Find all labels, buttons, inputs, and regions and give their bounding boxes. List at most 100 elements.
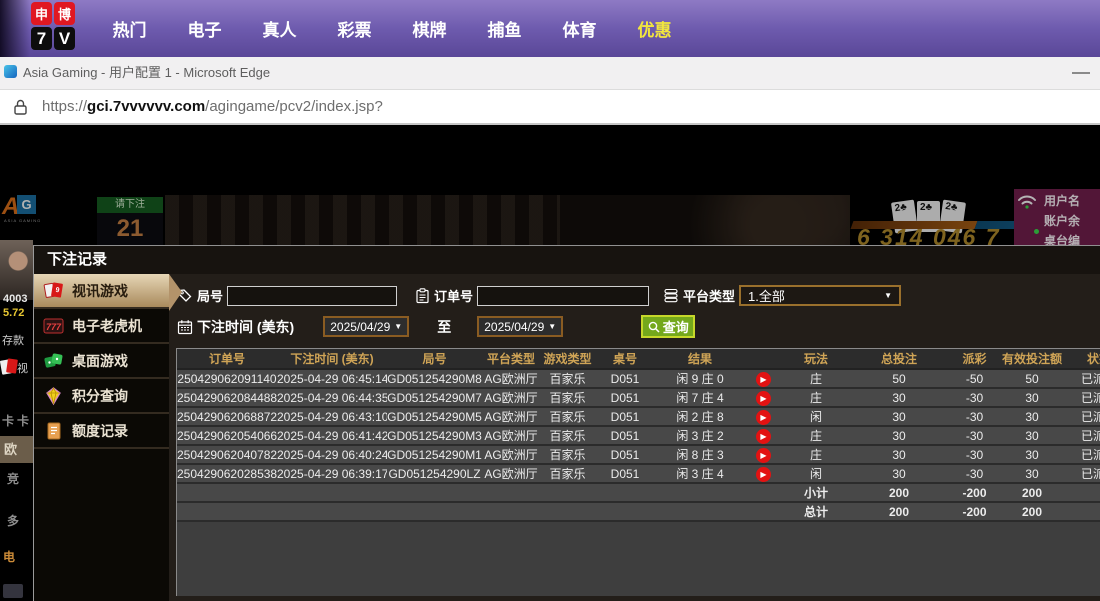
cell-bet-time: 2025-04-29 06:44:35 [277, 388, 387, 407]
cell-total-bet: 50 [851, 369, 947, 388]
subtotal-spacer [177, 483, 781, 502]
order-id-input[interactable] [477, 286, 649, 306]
logo-tile-7: 7 [31, 27, 52, 50]
bet-time-label: 下注时间 (美东) [197, 317, 294, 337]
clipboard-icon [415, 288, 430, 304]
minimize-button[interactable] [1072, 72, 1090, 74]
replay-icon[interactable]: ▶ [756, 410, 771, 425]
underlying-left-sidebar: 4003 5.72 存款 视 卡卡 欧 竞 多 电 [0, 240, 33, 601]
filter-row-2: 下注时间 (美东) 2025/04/29 ▼ 至 2025/04/29 ▼ [177, 315, 695, 338]
platform-type-select[interactable]: 1.全部 ▼ [739, 285, 901, 306]
nav-item-promo[interactable]: 优惠 [617, 0, 692, 57]
cell-platform: AG欧洲厅 [482, 407, 540, 426]
col-header-order-id: 订单号 [177, 349, 277, 369]
svg-text:777: 777 [46, 322, 62, 332]
menu-item-cut[interactable]: 卡卡 [2, 412, 32, 429]
table-row: 2504290620844882025-04-29 06:44:35GD0512… [177, 388, 1100, 407]
round-id-input[interactable] [227, 286, 397, 306]
sidebar-item-label: 电子老虎机 [72, 316, 142, 336]
platform-type-value: 1.全部 [748, 286, 785, 305]
nav-item-slots[interactable]: 电子 [167, 0, 242, 57]
date-from-picker[interactable]: 2025/04/29 ▼ [323, 316, 409, 337]
chevron-down-icon: ▼ [884, 291, 892, 300]
col-header-payout: 派彩 [947, 349, 1002, 369]
nav-menu: 热门 电子 真人 彩票 棋牌 捕鱼 体育 优惠 [92, 0, 692, 57]
sidebar-item-0[interactable]: 9视讯游戏 [34, 274, 169, 309]
site-logo[interactable]: 申 博 7 V [31, 2, 75, 50]
url-prefix: https:// [42, 98, 87, 115]
table-row: 2504290620911402025-04-29 06:45:14GD0512… [177, 369, 1100, 388]
cell-valid-bet: 30 [1002, 407, 1062, 426]
slot-machines-image [165, 195, 560, 245]
cell-total-bet: 30 [851, 464, 947, 483]
address-bar[interactable]: https://gci.7vvvvvv.com/agingame/pcv2/in… [0, 90, 1100, 125]
cell-replay[interactable]: ▶ [745, 407, 781, 426]
username-label: 用户名 [1044, 191, 1080, 211]
sidebar-item-2[interactable]: 桌面游戏 [34, 344, 169, 379]
col-header-status: 状态 [1062, 349, 1100, 369]
sidebar-item-label: 桌面游戏 [72, 351, 128, 371]
ag-logo-subtext: ASIA GAMING [4, 218, 41, 223]
col-header-result: 结果 [655, 349, 745, 369]
col-header-round-id: 局号 [387, 349, 482, 369]
cell-replay[interactable]: ▶ [745, 388, 781, 407]
deposit-link[interactable]: 存款 [2, 332, 24, 348]
cell-status: 已派彩 [1062, 388, 1100, 407]
cell-replay[interactable]: ▶ [745, 369, 781, 388]
menu-item-active-cut[interactable]: 欧 [0, 436, 33, 463]
cell-round-id: GD051254290M5 [387, 407, 482, 426]
cell-bet-time: 2025-04-29 06:40:24 [277, 445, 387, 464]
cell-payout: -30 [947, 426, 1002, 445]
video-games-label-cut: 视 [17, 363, 28, 375]
place-bets-banner: 请下注 [97, 197, 163, 213]
platform-stack-icon [663, 288, 679, 303]
sidebar-item-1[interactable]: 777 电子老虎机 [34, 309, 169, 344]
cell-round-id: GD051254290M3 [387, 426, 482, 445]
search-button-label: 查询 [663, 317, 689, 336]
sidebar-item-4[interactable]: 额度记录 [34, 414, 169, 449]
nav-item-sports[interactable]: 体育 [542, 0, 617, 57]
menu-item-cut[interactable]: 竞 [7, 470, 19, 487]
cell-replay[interactable]: ▶ [745, 445, 781, 464]
video-games-menu-cut[interactable]: 视 [1, 358, 28, 376]
nav-item-hot[interactable]: 热门 [92, 0, 167, 57]
nav-item-board[interactable]: 棋牌 [392, 0, 467, 57]
cell-table-no: D051 [595, 369, 655, 388]
cell-round-id: GD051254290M7 [387, 388, 482, 407]
nav-item-fishing[interactable]: 捕鱼 [467, 0, 542, 57]
replay-icon[interactable]: ▶ [756, 391, 771, 406]
cell-replay[interactable]: ▶ [745, 464, 781, 483]
date-to-picker[interactable]: 2025/04/29 ▼ [477, 316, 563, 337]
menu-item-cut[interactable]: 多 [7, 512, 19, 529]
menu-item-cut[interactable]: 电 [3, 548, 15, 565]
subtotal-status [1062, 483, 1100, 502]
cell-payout: -30 [947, 445, 1002, 464]
sidebar-item-label: 额度记录 [72, 421, 128, 441]
bet-table-area: 订单号下注时间 (美东)局号平台类型游戏类型桌号结果玩法总投注派彩有效投注额状态… [176, 348, 1100, 596]
sidebar-item-label: 视讯游戏 [72, 281, 128, 301]
dice-icon [42, 351, 65, 371]
modal-title: 下注记录 [34, 246, 1100, 274]
replay-icon[interactable]: ▶ [756, 372, 771, 387]
cell-result: 闲 7 庄 4 [655, 388, 745, 407]
replay-icon[interactable]: ▶ [756, 448, 771, 463]
subtotal-valid-bet: 200 [1002, 483, 1062, 502]
url-text[interactable]: https://gci.7vvvvvv.com/agingame/pcv2/in… [42, 90, 383, 123]
nav-item-lottery[interactable]: 彩票 [317, 0, 392, 57]
nav-item-live[interactable]: 真人 [242, 0, 317, 57]
cell-play: 庄 [781, 445, 851, 464]
table-row: 2504290620540662025-04-29 06:41:42GD0512… [177, 426, 1100, 445]
cell-order-id: 250429062040782 [177, 445, 277, 464]
cell-total-bet: 30 [851, 407, 947, 426]
order-id-label: 订单号 [434, 286, 473, 305]
cards-icon [1, 358, 17, 376]
sidebar-item-3[interactable]: 积分查询 [34, 379, 169, 414]
gem-icon [42, 386, 65, 406]
replay-icon[interactable]: ▶ [756, 467, 771, 482]
wifi-icon [1016, 193, 1038, 211]
cell-replay[interactable]: ▶ [745, 426, 781, 445]
cell-game-type: 百家乐 [540, 445, 595, 464]
subtotal-payout: -200 [947, 483, 1002, 502]
search-button[interactable]: 查询 [641, 315, 695, 338]
replay-icon[interactable]: ▶ [756, 429, 771, 444]
